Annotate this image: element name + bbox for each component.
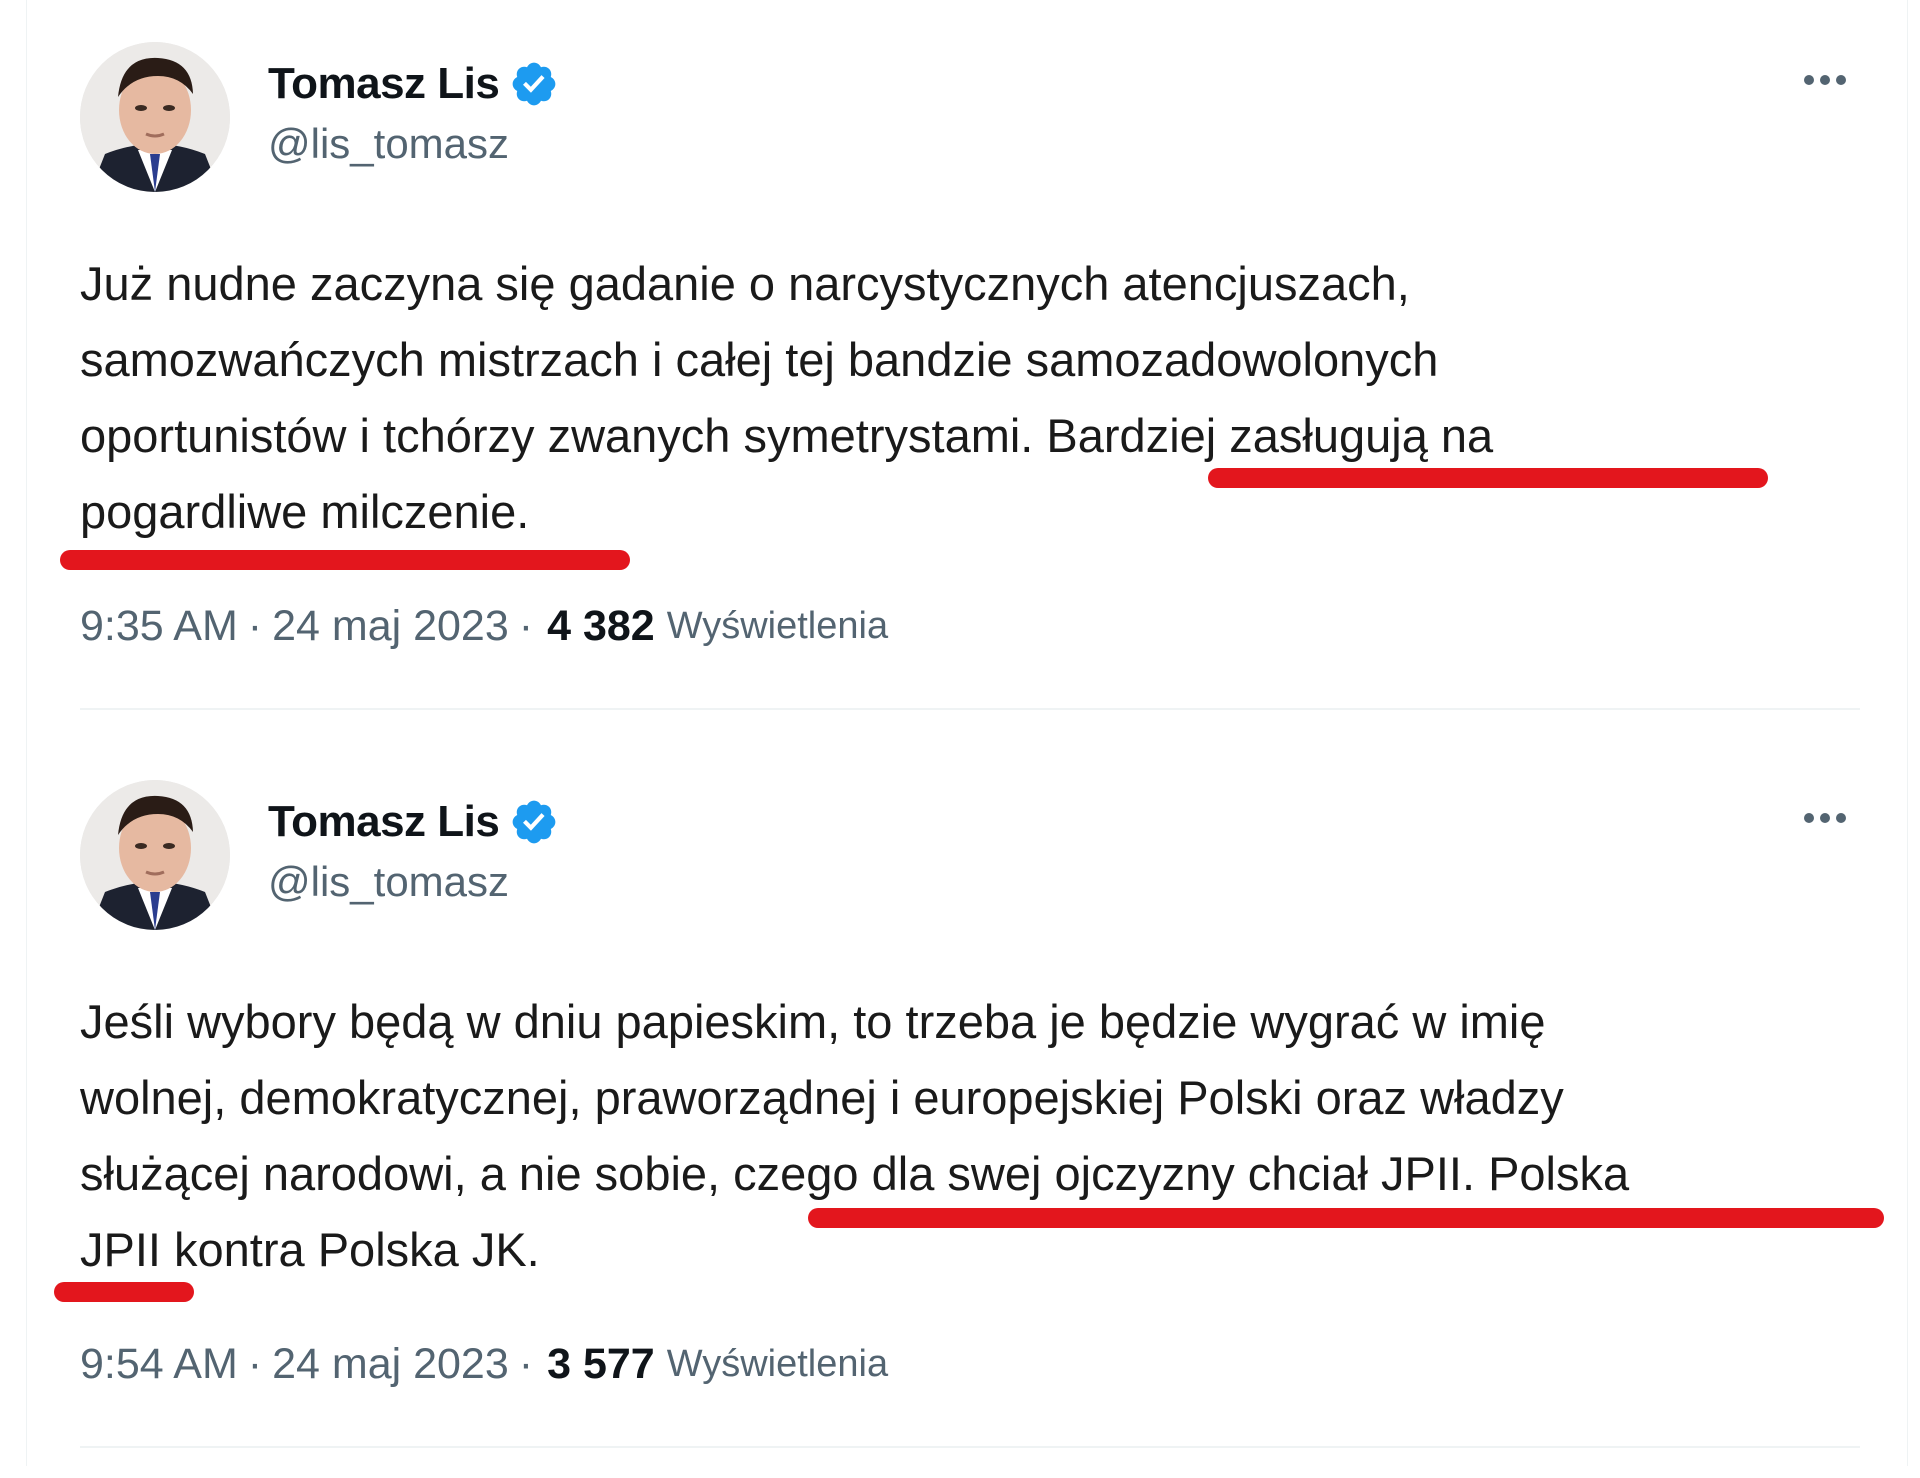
more-options-button[interactable] [1790,794,1860,842]
meta-separator: · [518,1339,534,1388]
tweet-text: Już nudne zaczyna się gadanie o narcysty… [80,246,1860,550]
tweet-date[interactable]: 24 maj 2023 [272,1340,509,1389]
highlight-underline [60,550,630,570]
views-label: Wyświetlenia [666,604,889,647]
tweet-date[interactable]: 24 maj 2023 [272,602,509,651]
author-name-row: Tomasz Lis [268,54,559,114]
tweet-time[interactable]: 9:54 AM [80,1340,238,1389]
verified-badge-icon [513,62,556,106]
divider [80,1446,1860,1448]
avatar[interactable] [80,42,230,192]
tweet[interactable]: Tomasz Lis @lis_tomasz Jeśli wybory będą… [0,738,1920,1478]
views-count: 3 577 [547,1339,655,1388]
verified-badge-icon [513,800,556,844]
author-name-row: Tomasz Lis [268,792,559,852]
more-options-icon [1804,75,1846,85]
more-options-button[interactable] [1790,56,1860,104]
highlight-underline [1208,468,1768,488]
tweet[interactable]: Tomasz Lis @lis_tomasz Już nudne zaczyna… [0,0,1920,740]
meta-separator: · [247,601,263,650]
tweet-meta: 9:54 AM · 24 maj 2023 · 3 577 Wyświetlen… [80,1334,888,1394]
highlight-underline [54,1282,194,1302]
meta-separator: · [518,601,534,650]
views-label: Wyświetlenia [666,1342,889,1385]
tweet-text: Jeśli wybory będą w dniu papieskim, to t… [80,984,1860,1288]
author-name[interactable]: Tomasz Lis [268,59,500,109]
divider [80,708,1860,710]
tweet-time[interactable]: 9:35 AM [80,602,238,651]
avatar[interactable] [80,780,230,930]
author-name[interactable]: Tomasz Lis [268,797,500,847]
tweet-text-content: Jeśli wybory będą w dniu papieskim, to t… [80,995,1630,1276]
tweet-meta: 9:35 AM · 24 maj 2023 · 4 382 Wyświetlen… [80,596,888,656]
meta-separator: · [247,1339,263,1388]
highlight-underline [808,1208,1884,1228]
profile-photo [80,780,230,930]
author-handle[interactable]: @lis_tomasz [268,858,509,906]
tweet-text-content: Już nudne zaczyna się gadanie o narcysty… [80,257,1494,538]
profile-photo [80,42,230,192]
more-options-icon [1804,813,1846,823]
author-handle[interactable]: @lis_tomasz [268,120,509,168]
views-count: 4 382 [547,601,655,650]
